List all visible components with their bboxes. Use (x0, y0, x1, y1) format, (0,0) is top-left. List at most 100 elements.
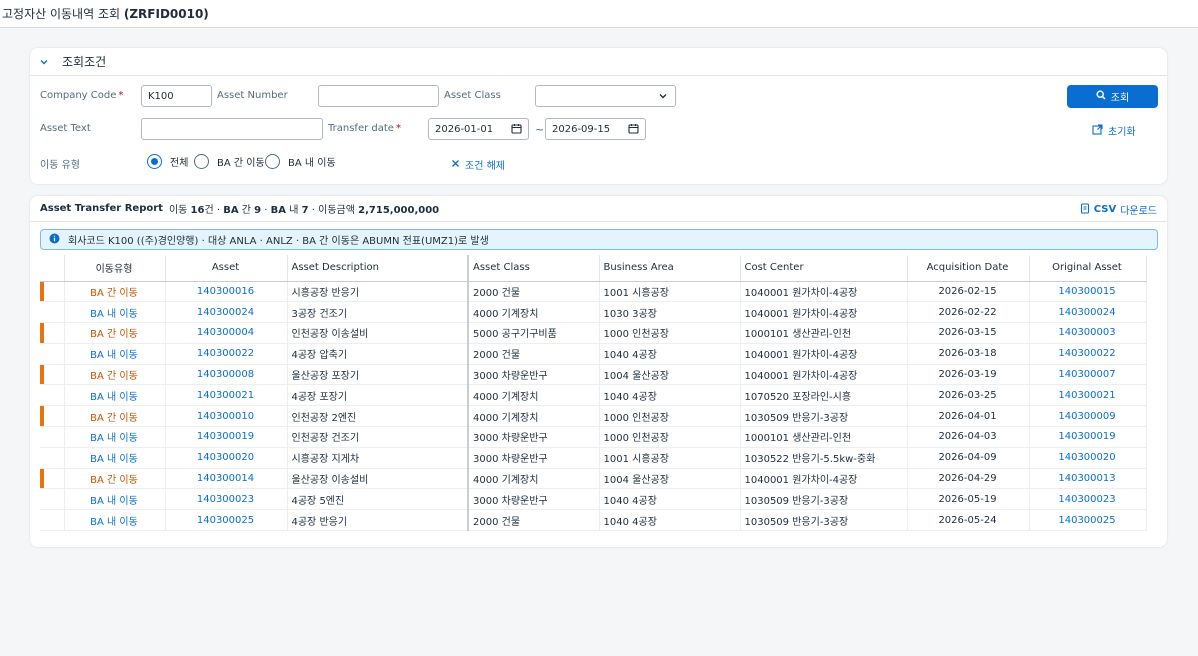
column-header[interactable]: Acquisition Date (907, 255, 1030, 282)
cost-center-cell: 1030509 반응기-3공장 (740, 488, 908, 511)
filter-header[interactable]: 조회조건 (30, 48, 1167, 76)
filter-panel: 조회조건 Company Code K100 Asset Number Asse… (30, 48, 1167, 184)
column-header[interactable]: Asset (165, 255, 288, 282)
asset-text-label: Asset Text (40, 123, 91, 134)
company-code-input[interactable]: K100 (141, 85, 212, 107)
company-code-label: Company Code (40, 90, 123, 101)
info-banner: 회사코드 K100 ((주)경인양행) · 대상 ANLA · ANLZ · B… (40, 229, 1158, 250)
business-area-cell: 1000 인천공장 (599, 322, 741, 344)
asset-class-select[interactable] (535, 85, 676, 107)
table-row[interactable]: BA 내 이동 140300024 3공장 건조기 4000 기계장치 1030 3공장… (40, 301, 1147, 324)
radio-button[interactable] (147, 154, 162, 169)
asset-description-cell: 인천공장 이송설비 (287, 322, 469, 344)
row-marker (40, 281, 65, 303)
row-marker (40, 405, 65, 428)
original-asset-link[interactable]: 140300003 (1029, 322, 1147, 344)
move-type-cell: BA 내 이동 (64, 509, 166, 532)
original-asset-link[interactable]: 140300024 (1029, 301, 1147, 324)
table-row[interactable]: BA 내 이동 140300025 4공장 반응기 2000 건물 1040 4공장 10… (40, 509, 1147, 532)
table-row[interactable]: BA 내 이동 140300021 4공장 포장기 4000 기계장치 1040 4공장… (40, 384, 1147, 407)
clear-conditions-button[interactable]: 조건 해제 (451, 157, 505, 172)
radio-inter-ba[interactable]: BA 간 이동 (194, 154, 265, 169)
reset-icon (1092, 123, 1103, 138)
table-row[interactable]: BA 간 이동 140300008 울산공장 포장기 3000 차량운반구 1004 울… (40, 364, 1147, 386)
date-to-input[interactable]: 2026-09-15 (545, 118, 646, 140)
business-area-cell: 1040 4공장 (599, 384, 741, 407)
asset-link[interactable]: 140300014 (165, 468, 288, 490)
acquisition-date-cell: 2026-04-29 (907, 468, 1030, 490)
column-header[interactable]: 이동유형 (64, 255, 166, 282)
original-asset-link[interactable]: 140300013 (1029, 468, 1147, 490)
original-asset-link[interactable]: 140300021 (1029, 384, 1147, 407)
csv-download-button[interactable]: CSV 다운로드 (1080, 202, 1157, 217)
asset-link[interactable]: 140300020 (165, 447, 288, 469)
inter-ba-indicator (40, 406, 44, 426)
move-type-cell: BA 내 이동 (64, 447, 166, 469)
acquisition-date-cell: 2026-05-24 (907, 509, 1030, 532)
move-type-cell: BA 내 이동 (64, 384, 166, 407)
asset-link[interactable]: 140300024 (165, 301, 288, 324)
original-asset-link[interactable]: 140300019 (1029, 426, 1147, 448)
asset-number-input[interactable] (318, 85, 439, 107)
inter-ba-indicator (40, 468, 44, 488)
radio-intra-ba[interactable]: BA 내 이동 (265, 154, 336, 169)
row-marker (40, 322, 65, 344)
asset-link[interactable]: 140300025 (165, 509, 288, 532)
cost-center-cell: 1030509 반응기-3공장 (740, 509, 908, 532)
acquisition-date-cell: 2026-04-09 (907, 447, 1030, 469)
original-asset-link[interactable]: 140300009 (1029, 405, 1147, 428)
original-asset-link[interactable]: 140300025 (1029, 509, 1147, 532)
asset-text-input[interactable] (141, 118, 323, 140)
original-asset-link[interactable]: 140300007 (1029, 364, 1147, 386)
row-marker (40, 343, 65, 365)
asset-link[interactable]: 140300010 (165, 405, 288, 428)
chevron-down-icon[interactable] (657, 90, 669, 105)
table-row[interactable]: BA 내 이동 140300022 4공장 압축기 2000 건물 1040 4공장 10… (40, 343, 1147, 365)
radio-button[interactable] (194, 154, 209, 169)
asset-link[interactable]: 140300022 (165, 343, 288, 365)
asset-link[interactable]: 140300019 (165, 426, 288, 448)
asset-link[interactable]: 140300021 (165, 384, 288, 407)
asset-link[interactable]: 140300008 (165, 364, 288, 386)
asset-class-cell: 3000 차량운반구 (468, 447, 600, 469)
original-asset-link[interactable]: 140300022 (1029, 343, 1147, 365)
asset-class-cell: 5000 공구기구비품 (468, 322, 600, 344)
table-row[interactable]: BA 간 이동 140300016 시흥공장 반응기 2000 건물 1001 시흥공장… (40, 281, 1147, 303)
date-from-input[interactable]: 2026-01-01 (428, 118, 529, 140)
asset-link[interactable]: 140300023 (165, 488, 288, 511)
date-range-separator: ~ (535, 123, 545, 136)
business-area-cell: 1004 울산공장 (599, 364, 741, 386)
table-row[interactable]: BA 간 이동 140300004 인천공장 이송설비 5000 공구기구비품 1000… (40, 322, 1147, 344)
column-header[interactable]: Asset Description (287, 255, 469, 282)
original-asset-link[interactable]: 140300015 (1029, 281, 1147, 303)
business-area-cell: 1001 시흥공장 (599, 281, 741, 303)
row-marker (40, 509, 65, 532)
table-row[interactable]: BA 내 이동 140300023 4공장 5엔진 3000 차량운반구 1040 4공… (40, 488, 1147, 511)
calendar-icon[interactable] (628, 123, 639, 137)
column-header[interactable]: Asset Class (468, 255, 600, 282)
report-summary: 이동 16건 · BA 간 9 · BA 내 7 · 이동금액 2,715,00… (168, 205, 440, 216)
table-row[interactable]: BA 간 이동 140300010 인천공장 2엔진 4000 기계장치 1000 인천… (40, 405, 1147, 428)
business-area-cell: 1030 3공장 (599, 301, 741, 324)
asset-link[interactable]: 140300016 (165, 281, 288, 303)
table-row[interactable]: BA 간 이동 140300014 울산공장 이송설비 4000 기계장치 1004 울… (40, 468, 1147, 490)
business-area-cell: 1004 울산공장 (599, 468, 741, 490)
table-row[interactable]: BA 내 이동 140300020 시흥공장 지게차 3000 차량운반구 1001 시… (40, 447, 1147, 469)
column-header[interactable]: Cost Center (740, 255, 908, 282)
column-header[interactable]: Business Area (599, 255, 741, 282)
search-button[interactable]: 조회 (1067, 85, 1158, 108)
asset-link[interactable]: 140300004 (165, 322, 288, 344)
table-row[interactable]: BA 내 이동 140300019 인천공장 건조기 3000 차량운반구 1000 인… (40, 426, 1147, 448)
chevron-down-icon[interactable] (38, 56, 50, 68)
radio-all[interactable]: 전체 (147, 154, 188, 169)
original-asset-link[interactable]: 140300020 (1029, 447, 1147, 469)
reset-button[interactable]: 초기화 (1092, 123, 1136, 138)
original-asset-link[interactable]: 140300023 (1029, 488, 1147, 511)
column-header[interactable]: Original Asset (1029, 255, 1147, 282)
move-type-cell: BA 간 이동 (64, 405, 166, 428)
radio-button[interactable] (265, 154, 280, 169)
cost-center-cell: 1030522 반응기-5.5kw-중화 (740, 447, 908, 469)
report-header: Asset Transfer Report 이동 16건 · BA 간 9 · … (30, 196, 1167, 222)
calendar-icon[interactable] (511, 123, 522, 137)
transfer-table: 이동유형 Asset Asset Description Asset Class… (40, 255, 1147, 532)
